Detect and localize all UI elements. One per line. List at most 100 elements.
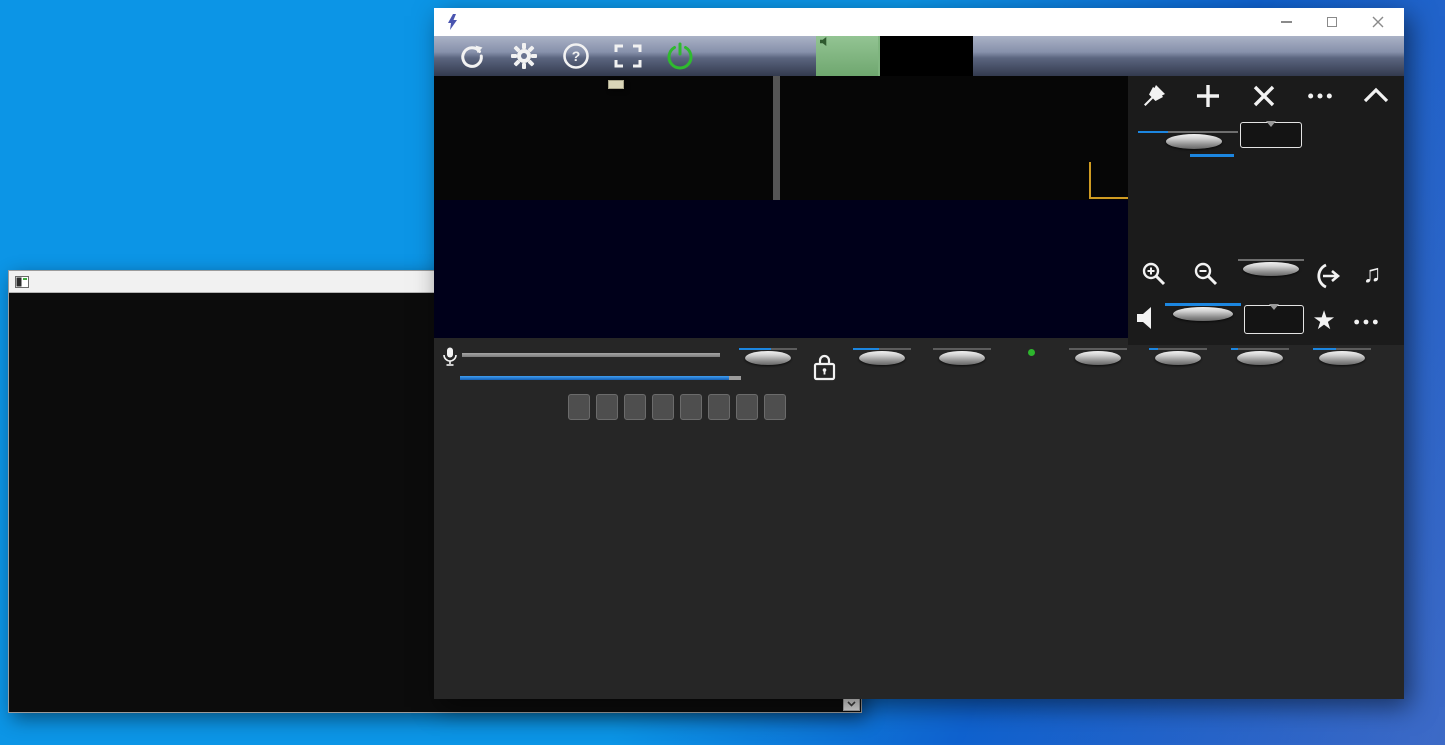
fullscreen-button[interactable] [602,36,654,76]
star-icon: ★ [1312,305,1335,336]
knob-track [1069,348,1127,350]
music-note-icon: ♫ [1363,260,1382,289]
band-edge-marker [1089,162,1091,199]
dbfs-bar [1190,154,1234,157]
dropdown-arrow-icon [1266,121,1276,127]
vol-knob[interactable] [1173,307,1233,321]
preamp-dropdown[interactable] [1240,122,1302,148]
zoom-in-button[interactable] [1140,260,1168,288]
drive-track [1238,259,1304,261]
preset-button[interactable] [624,394,646,420]
decay-control[interactable] [1228,347,1292,366]
app-toolbar: ? [434,36,1404,76]
favorite-button[interactable]: ★ [1310,306,1338,334]
svg-text:?: ? [572,48,581,64]
zoom-out-icon [1193,261,1219,287]
power-icon [665,41,695,71]
smeter-bar-track [460,376,741,380]
knob-track [933,348,991,350]
refresh-icon [458,42,486,70]
power-button[interactable] [654,36,706,76]
lock-icon [812,353,837,382]
badge-speaker-icon [820,37,829,46]
knob-track [853,348,911,350]
rx-more-options-button[interactable] [1352,308,1380,336]
threshold-knob[interactable] [1319,351,1365,365]
minimize-button[interactable] [1278,14,1294,30]
app-titlebar[interactable] [434,8,1404,36]
agc-control[interactable] [1006,347,1056,357]
vol-track [1165,303,1241,306]
console-app-icon [15,276,29,288]
cursor-tooltip [608,80,624,89]
more-options-button[interactable] [1306,82,1334,110]
preset-button[interactable] [596,394,618,420]
settings-button[interactable] [498,36,550,76]
add-receiver-button[interactable] [1194,82,1222,110]
filter-high-control[interactable] [850,347,914,366]
filter-lock-button[interactable] [812,353,837,387]
tuning-cursor[interactable] [773,76,780,200]
pin-button[interactable] [1140,82,1168,110]
help-icon: ? [562,42,590,70]
close-receiver-button[interactable] [1250,82,1278,110]
band-edge-marker [1089,197,1128,199]
x-icon [1251,83,1277,109]
receiver-panel: ♫ ★ [1128,76,1404,345]
compression-control[interactable] [930,347,994,366]
mic-level-bar [462,353,720,357]
filter-low-knob[interactable] [745,351,791,365]
console-scrollbar-down-button[interactable] [843,697,860,711]
help-button[interactable]: ? [550,36,602,76]
attack-knob[interactable] [1075,351,1121,365]
sparksdr-logo-icon [446,14,458,30]
dropdown-arrow-icon [1269,304,1279,310]
threshold-control[interactable] [1310,347,1374,366]
mode-dropdown[interactable] [1244,305,1304,334]
hold-knob[interactable] [1155,351,1201,365]
filter-low-control[interactable] [736,347,800,366]
rf-gain-track [1138,131,1238,133]
waterfall-display[interactable] [434,200,1128,338]
waterfall-thumbnail[interactable] [878,36,973,76]
preset-button[interactable] [736,394,758,420]
fullscreen-icon [614,44,642,68]
preset-button[interactable] [680,394,702,420]
preset-button[interactable] [764,394,786,420]
collapse-panel-button[interactable] [1362,82,1390,110]
maximize-icon [1327,17,1337,27]
maximize-button[interactable] [1324,14,1340,30]
filter-high-knob[interactable] [859,351,905,365]
drive-knob[interactable] [1243,262,1299,276]
speaker-icon [1135,305,1161,331]
knob-track [1149,348,1207,350]
preset-buttons [568,394,786,420]
desktop-wallpaper: ? [0,0,1445,745]
agc-indicator-dot [1028,349,1035,356]
spectrum-display[interactable] [434,76,1128,200]
app-content: ♫ ★ [434,76,1404,699]
attack-control[interactable] [1066,347,1130,366]
hold-control[interactable] [1146,347,1210,366]
knob-track [1231,348,1289,350]
close-button[interactable] [1370,14,1386,30]
microphone-icon [442,347,458,367]
sparksdr-window: ? [434,8,1404,699]
zoom-out-button[interactable] [1192,260,1220,288]
decay-knob[interactable] [1237,351,1283,365]
audio-button[interactable]: ♫ [1358,260,1386,288]
receiver-badge[interactable] [816,36,878,76]
preset-button[interactable] [708,394,730,420]
tx-route-button[interactable] [1314,262,1342,290]
phone-exit-icon [1314,263,1342,289]
mute-button[interactable] [1134,304,1162,332]
knob-track [1313,348,1371,350]
preset-button[interactable] [652,394,674,420]
preset-button[interactable] [568,394,590,420]
pin-icon [1141,83,1167,109]
compression-knob[interactable] [939,351,985,365]
rf-gain-knob[interactable] [1166,134,1222,149]
mic-button[interactable] [442,347,458,372]
gear-icon [510,42,538,70]
refresh-button[interactable] [446,36,498,76]
